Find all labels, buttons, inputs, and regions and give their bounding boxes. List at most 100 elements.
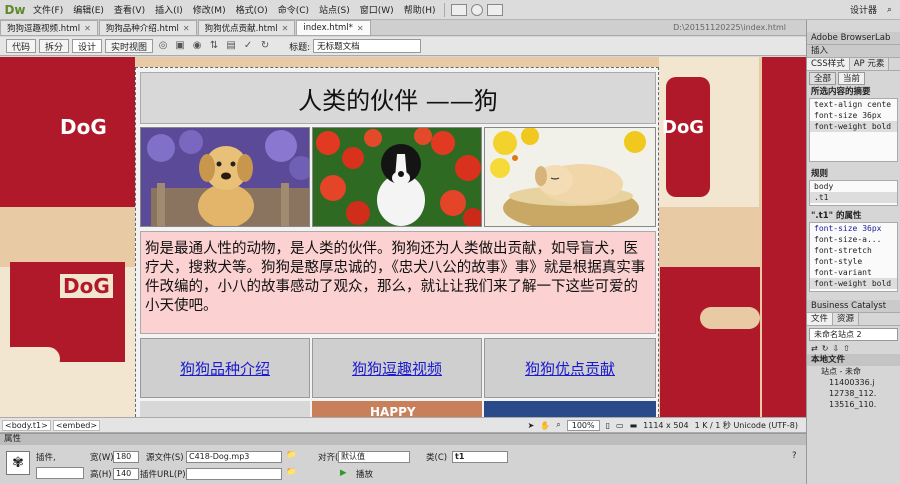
nav-cell-videos: 狗狗逗趣视频 [312, 338, 482, 398]
zoom-select[interactable]: 100% [566, 419, 600, 431]
property-row[interactable]: font-stretch [810, 245, 897, 256]
rule-row[interactable]: body [810, 181, 897, 192]
menu-modify[interactable]: 修改(M) [188, 3, 231, 16]
plugin-url-field[interactable] [186, 468, 282, 480]
refresh-icon[interactable]: ↻ [258, 40, 272, 52]
visual-aids-icon[interactable]: ▤ [224, 40, 238, 52]
property-row[interactable]: font-style [810, 256, 897, 267]
tag-selector-body[interactable]: <body.t1> [2, 419, 51, 431]
put-icon[interactable]: ⇧ [843, 344, 854, 353]
link-dog-videos[interactable]: 狗狗逗趣视频 [352, 358, 442, 379]
window-size[interactable]: 1114 x 504 [643, 421, 688, 430]
menu-bar: Dw 文件(F) 编辑(E) 查看(V) 插入(I) 修改(M) 格式(O) 命… [0, 0, 900, 20]
align-select[interactable]: 默认值 [338, 451, 410, 463]
tab-breeds[interactable]: 狗狗品种介绍.html ✕ [98, 20, 197, 35]
height-field[interactable]: 140 [113, 468, 139, 480]
extend-icon[interactable] [471, 3, 484, 16]
tablet-size-icon[interactable]: ▭ [616, 421, 624, 430]
file-row[interactable]: 11400336.j [807, 377, 900, 388]
menu-command[interactable]: 命令(C) [273, 3, 314, 16]
play-icon[interactable]: ▶ [340, 468, 347, 478]
property-row[interactable]: font-size-a... [810, 234, 897, 245]
close-icon[interactable]: ✕ [282, 24, 289, 33]
tag-selector-embed[interactable]: <embed> [52, 419, 101, 431]
browserlab-panel[interactable]: Adobe BrowserLab [807, 32, 900, 45]
title-input[interactable]: 无标题文档 [313, 39, 422, 53]
src-field[interactable]: C418-Dog.mp3 [186, 451, 282, 463]
file-row[interactable]: 12738_112. [807, 388, 900, 399]
page-container[interactable]: 人类的伙伴 ——狗 狗是最通人性的动物，是人类的伙伴。狗狗还为人类做出贡献，如导… [135, 67, 659, 417]
property-row[interactable]: font-size 36px [810, 223, 897, 234]
search-icon[interactable]: ⌕ [887, 5, 900, 15]
multiscreen-icon[interactable]: ▣ [173, 40, 187, 52]
close-icon[interactable]: ✕ [84, 24, 91, 33]
plugin-name-field[interactable] [36, 467, 84, 479]
menu-view[interactable]: 查看(V) [109, 3, 150, 16]
site-icon[interactable] [487, 3, 504, 16]
prop-name: font-size-a... [814, 235, 882, 244]
play-button[interactable]: 播放 [356, 468, 373, 480]
tab-video[interactable]: 狗狗逗趣视频.html ✕ [0, 20, 98, 35]
get-icon[interactable]: ⇩ [832, 344, 843, 353]
close-icon[interactable]: ✕ [183, 24, 190, 33]
file-row[interactable]: 13516_110. [807, 399, 900, 410]
file-management-icon[interactable]: ⇅ [207, 40, 221, 52]
refresh-icon[interactable]: ↻ [822, 344, 833, 353]
folder-icon[interactable]: 📁 [286, 450, 297, 460]
folder-icon[interactable]: 📁 [286, 467, 297, 477]
page-heading[interactable]: 人类的伙伴 ——狗 [140, 72, 656, 124]
menu-help[interactable]: 帮助(H) [399, 3, 441, 16]
property-row[interactable]: font-weight bold [810, 278, 897, 289]
inspect-icon[interactable]: ◎ [156, 40, 170, 52]
width-field[interactable]: 180 [113, 451, 139, 463]
tab-index[interactable]: index.html* ✕ [296, 20, 371, 35]
split-view-button[interactable]: 拆分 [39, 39, 70, 53]
menu-site[interactable]: 站点(S) [314, 3, 355, 16]
close-icon[interactable]: ✕ [357, 24, 364, 33]
insert-panel[interactable]: 插入 [807, 45, 900, 58]
class-select[interactable]: t1 [452, 451, 508, 463]
menu-format[interactable]: 格式(O) [231, 3, 273, 16]
tab-assets[interactable]: 资源 [833, 313, 860, 325]
download-info: 1 K / 1 秒 Unicode (UTF-8) [694, 420, 798, 430]
design-view[interactable]: DoG DoG DoG 人类的伙伴 ——狗 狗是最通人性的动物，是人类的伙伴。狗… [0, 57, 806, 417]
summary-row[interactable]: font-size 36px [810, 110, 897, 121]
mobile-size-icon[interactable]: ▯ [606, 421, 610, 430]
document-tabs: 狗狗逗趣视频.html ✕ 狗狗品种介绍.html ✕ 狗狗优点贡献.html ✕ i… [0, 20, 806, 36]
menu-window[interactable]: 窗口(W) [355, 3, 399, 16]
browser-preview-icon[interactable]: ◉ [190, 40, 204, 52]
summary-row[interactable]: font-weight bold [810, 121, 897, 132]
tab-merits[interactable]: 狗狗优点贡献.html ✕ [197, 20, 296, 35]
properties-title: 属性 [0, 434, 806, 445]
site-select[interactable]: 未命名站点 2 [809, 328, 898, 341]
help-icon[interactable]: ? [792, 451, 797, 461]
zoom-tool-icon[interactable]: ⌕ [556, 420, 560, 430]
summary-row[interactable]: text-align cente [810, 99, 897, 110]
intro-paragraph[interactable]: 狗是最通人性的动物，是人类的伙伴。狗狗还为人类做出贡献，如导盲犬，医疗犬，搜救犬… [140, 231, 656, 334]
validate-icon[interactable]: ✓ [241, 40, 255, 52]
desktop-size-icon[interactable]: ▬ [630, 421, 638, 430]
rule-row[interactable]: .t1 [810, 192, 897, 203]
menu-insert[interactable]: 插入(I) [150, 3, 188, 16]
business-catalyst-panel[interactable]: Business Catalyst [807, 300, 900, 313]
property-row[interactable]: font-variant [810, 267, 897, 278]
tab-ap-elements[interactable]: AP 元素 [849, 58, 890, 70]
menu-file[interactable]: 文件(F) [28, 3, 68, 16]
live-view-button[interactable]: 实时视图 [105, 39, 154, 53]
select-tool-icon[interactable]: ➤ [528, 421, 535, 430]
link-dog-merits[interactable]: 狗狗优点贡献 [525, 358, 615, 379]
prop-name: font-weight [814, 279, 867, 288]
site-root-row[interactable]: 站点 - 未命 [807, 366, 900, 377]
code-view-button[interactable]: 代码 [6, 39, 37, 53]
menu-edit[interactable]: 编辑(E) [68, 3, 109, 16]
layout-icon[interactable] [451, 3, 468, 16]
design-view-button[interactable]: 设计 [72, 39, 103, 53]
tab-files[interactable]: 文件 [807, 313, 834, 325]
tab-css-styles[interactable]: CSS样式 [807, 58, 850, 70]
link-dog-breeds[interactable]: 狗狗品种介绍 [180, 358, 270, 379]
workspace-switcher[interactable]: 设计器 [840, 3, 887, 16]
connect-icon[interactable]: ⇄ [811, 344, 822, 353]
tab-current[interactable]: 当前 [838, 72, 866, 85]
tab-all[interactable]: 全部 [809, 72, 837, 85]
hand-tool-icon[interactable]: ✋ [540, 421, 550, 430]
